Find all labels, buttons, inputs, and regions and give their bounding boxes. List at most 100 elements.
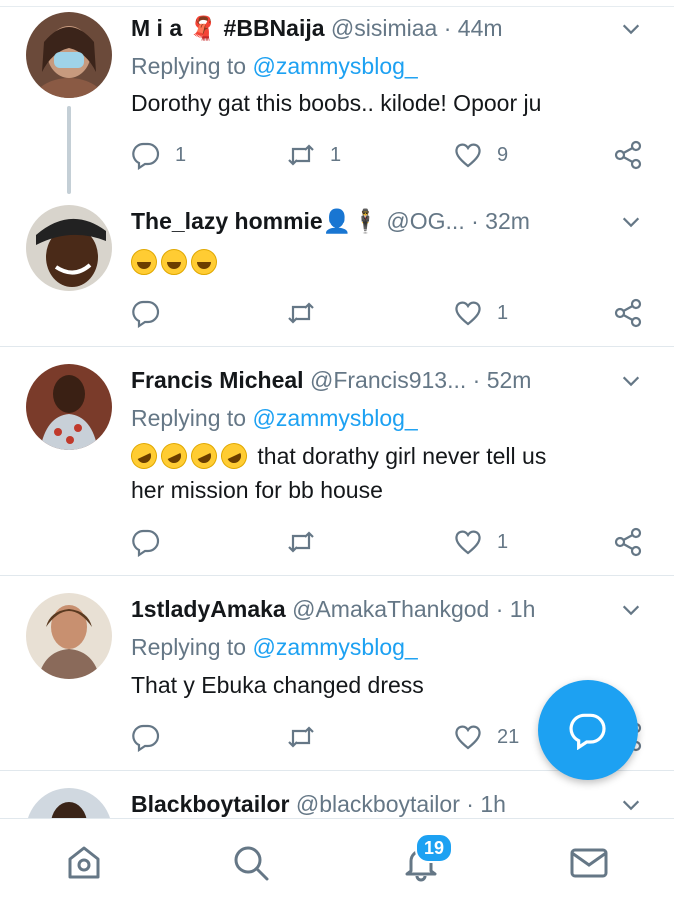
- rofl-emoji: [126, 438, 162, 474]
- compose-reply-icon: [569, 713, 606, 750]
- reply-icon: [132, 142, 160, 170]
- chevron-down-icon[interactable]: [620, 211, 642, 233]
- timestamp[interactable]: 52m: [487, 367, 532, 393]
- grin-emoji: [161, 249, 187, 275]
- retweet-button[interactable]: [286, 720, 330, 754]
- replying-prefix: Replying to: [131, 405, 253, 431]
- reply-button[interactable]: [131, 720, 175, 754]
- chevron-down-icon[interactable]: [620, 370, 642, 392]
- search-icon: [234, 846, 269, 881]
- replying-to: Replying to @zammysblog_: [131, 631, 418, 663]
- nav-home[interactable]: [62, 841, 106, 885]
- grin-emoji: [131, 249, 157, 275]
- like-button[interactable]: 21: [453, 720, 519, 754]
- rofl-emoji: [186, 438, 222, 474]
- display-name[interactable]: Blackboytailor: [131, 791, 290, 817]
- tweet-1[interactable]: M i a 🧣 #BBNaija @sisimiaa · 44m Replyin…: [0, 0, 674, 194]
- share-button[interactable]: [613, 525, 643, 559]
- reply-button[interactable]: [131, 296, 175, 330]
- chevron-down-icon[interactable]: [620, 794, 642, 816]
- home-icon: [68, 846, 100, 879]
- tweet-header: Blackboytailor @blackboytailor · 1h: [131, 787, 626, 818]
- like-count: 1: [497, 530, 509, 553]
- reply-icon: [132, 529, 160, 557]
- tweet-2[interactable]: The_lazy hommie👤🕴 @OG... · 32m 1: [0, 193, 674, 346]
- timestamp[interactable]: 1h: [510, 596, 536, 622]
- share-button[interactable]: [613, 138, 643, 172]
- handle[interactable]: @Francis913...: [310, 367, 466, 393]
- tweet-5[interactable]: Blackboytailor @blackboytailor · 1h: [0, 771, 674, 818]
- like-count: 9: [497, 143, 509, 166]
- handle[interactable]: @sisimiaa: [331, 15, 437, 41]
- avatar[interactable]: [26, 12, 112, 98]
- like-icon: [455, 301, 481, 326]
- like-button[interactable]: 1: [453, 525, 508, 559]
- chevron-down-icon[interactable]: [620, 18, 642, 40]
- tweet-actions: 1 1 9: [131, 138, 646, 172]
- tweet-text: Dorothy gat this boobs.. kilode! Opoor j…: [131, 90, 542, 116]
- handle[interactable]: @OG...: [386, 208, 464, 234]
- thread-line: [67, 106, 71, 194]
- bottom-nav: [0, 818, 674, 898]
- retweet-button[interactable]: 1: [286, 138, 341, 172]
- retweet-icon: [288, 144, 314, 166]
- replying-prefix: Replying to: [131, 634, 253, 660]
- share-icon: [614, 527, 642, 557]
- display-name[interactable]: 1stladyAmaka: [131, 596, 286, 622]
- like-icon: [455, 725, 481, 750]
- reply-icon: [132, 300, 160, 328]
- separator: ·: [472, 367, 481, 393]
- reply-count: 1: [175, 143, 187, 166]
- tweet-text-line1: that dorathy girl never tell us: [257, 443, 547, 469]
- like-button[interactable]: 1: [453, 296, 508, 330]
- tweet-header: 1stladyAmaka @AmakaThankgod · 1h: [131, 592, 626, 626]
- tweet-actions: 1: [131, 525, 646, 559]
- reply-button[interactable]: [131, 525, 175, 559]
- avatar[interactable]: [26, 205, 112, 291]
- separator: ·: [471, 208, 479, 234]
- display-name[interactable]: Francis Micheal: [131, 367, 304, 393]
- share-button[interactable]: [613, 296, 643, 330]
- avatar[interactable]: [26, 593, 112, 679]
- compose-reply-button[interactable]: [538, 680, 638, 780]
- tweet-3[interactable]: Francis Micheal @Francis913... · 52m Rep…: [0, 347, 674, 575]
- handle[interactable]: @AmakaThankgod: [292, 596, 489, 622]
- share-icon: [614, 298, 642, 328]
- tweet-header: The_lazy hommie👤🕴 @OG... · 32m: [131, 204, 626, 238]
- reply-button[interactable]: 1: [131, 138, 186, 172]
- mention-link[interactable]: @zammysblog_: [252, 634, 417, 660]
- handle[interactable]: @blackboytailor: [296, 791, 460, 817]
- retweet-button[interactable]: [286, 525, 330, 559]
- retweet-icon: [288, 531, 314, 553]
- display-name[interactable]: The_lazy hommie👤🕴: [131, 208, 380, 234]
- nav-messages[interactable]: [567, 841, 611, 885]
- like-button[interactable]: 9: [453, 138, 508, 172]
- timestamp[interactable]: 44m: [458, 15, 503, 41]
- display-name[interactable]: M i a 🧣 #BBNaija: [131, 15, 325, 41]
- notifications-badge: 19: [415, 833, 453, 863]
- share-icon: [614, 140, 642, 170]
- retweet-button[interactable]: [286, 296, 330, 330]
- mention-link[interactable]: @zammysblog_: [252, 405, 417, 431]
- retweet-count: 1: [330, 143, 342, 166]
- replying-to: Replying to @zammysblog_: [131, 402, 418, 434]
- separator: ·: [443, 15, 452, 41]
- replying-prefix: Replying to: [131, 53, 253, 79]
- reply-icon: [132, 724, 160, 752]
- mention-link[interactable]: @zammysblog_: [252, 53, 417, 79]
- rofl-emoji: [216, 438, 252, 474]
- timestamp[interactable]: 32m: [485, 208, 530, 234]
- tweet-header: M i a 🧣 #BBNaija @sisimiaa · 44m: [131, 11, 626, 45]
- chevron-down-icon[interactable]: [620, 599, 642, 621]
- grin-emoji: [191, 249, 217, 275]
- avatar[interactable]: [26, 788, 112, 818]
- like-icon: [455, 143, 481, 168]
- separator: ·: [466, 791, 474, 817]
- retweet-icon: [288, 726, 314, 748]
- nav-search[interactable]: [229, 841, 273, 885]
- tweet-text-line2: her mission for bb house: [131, 477, 383, 503]
- separator: ·: [495, 596, 504, 622]
- tweet-text: that dorathy girl never tell us her miss…: [126, 438, 634, 507]
- avatar[interactable]: [26, 364, 112, 450]
- timestamp[interactable]: 1h: [480, 791, 506, 817]
